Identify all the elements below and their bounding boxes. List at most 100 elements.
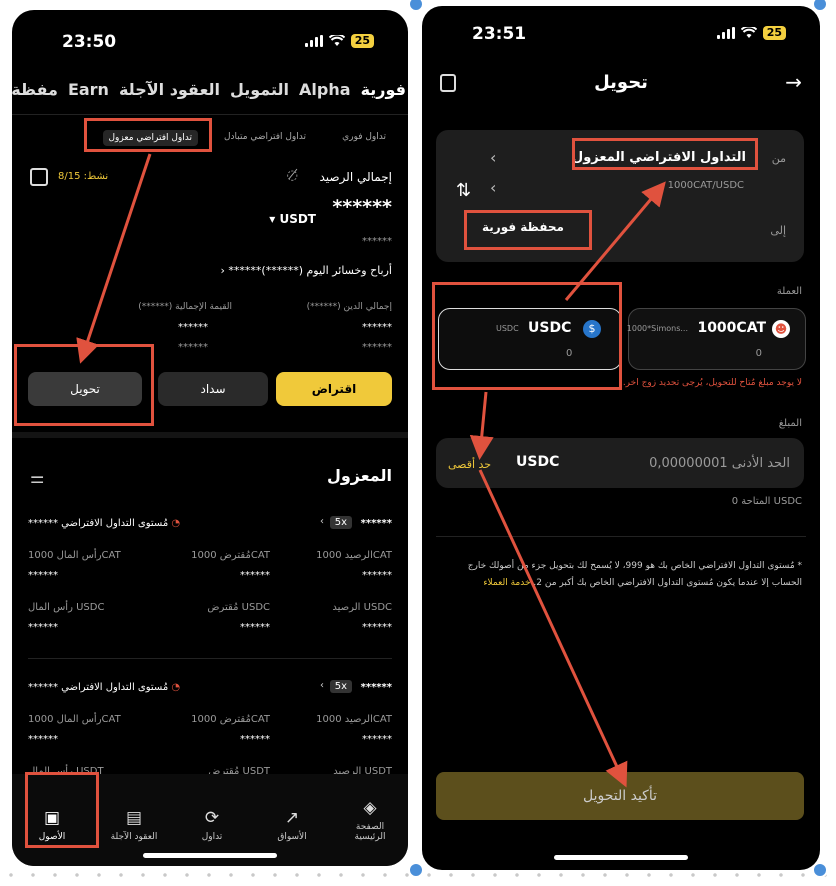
amount-section-label: المبلغ bbox=[778, 418, 802, 429]
gauge-icon: ◔ bbox=[171, 682, 181, 693]
status-time: 23:51 bbox=[472, 24, 527, 44]
chevron-left-icon[interactable]: ‹ bbox=[490, 148, 496, 167]
nav-home[interactable]: ◈ الصفحة الرئيسية bbox=[340, 798, 400, 842]
chevron-left-icon[interactable]: ‹ bbox=[320, 680, 324, 691]
balance-label: إجمالي الرصيد bbox=[319, 170, 392, 184]
coin-option-1000cat[interactable] bbox=[628, 308, 806, 370]
customer-service-link[interactable]: خدمة العملاء bbox=[483, 578, 530, 588]
position-name: ****** bbox=[360, 518, 392, 529]
cat-coin-icon: ☻ bbox=[772, 320, 790, 338]
total-value: ****** bbox=[178, 322, 208, 333]
eye-hidden-icon[interactable]: ◌̸ bbox=[287, 168, 298, 183]
subtab-cross-margin[interactable]: تداول افتراضي متبادل bbox=[224, 132, 306, 142]
capital-value: ****** bbox=[28, 570, 58, 581]
annotation-box-usdc-coin bbox=[432, 282, 622, 390]
pnl-row[interactable]: أرباح وخسائر اليوم (******)****** ‹ bbox=[221, 264, 393, 277]
borrowed-label: مُقترض 1000CAT bbox=[191, 550, 270, 561]
tab-finance[interactable]: التمويل bbox=[230, 80, 289, 99]
home-indicator bbox=[143, 853, 277, 858]
capital-value: ****** bbox=[28, 622, 58, 633]
borrowed-value: ****** bbox=[240, 622, 270, 633]
borrowed-value: ****** bbox=[240, 734, 270, 745]
max-button[interactable]: حد أقصى bbox=[448, 458, 491, 471]
status-icons: 25 bbox=[716, 26, 786, 40]
swap-icon[interactable]: ⇅ bbox=[456, 180, 471, 201]
annotation-box-transfer-button bbox=[14, 344, 154, 426]
amount-placeholder: الحد الأدنى 0,00000001 bbox=[649, 456, 790, 471]
nav-markets[interactable]: ↗ الأسواق bbox=[262, 808, 322, 842]
chevron-left-icon[interactable]: ‹ bbox=[490, 178, 496, 197]
futures-icon: ▤ bbox=[125, 808, 143, 828]
gauge-icon: ◔ bbox=[171, 518, 181, 529]
leverage-badge: 5x bbox=[329, 680, 352, 693]
right-phone-screen: 23:51 25 تحويل → من التداول الافتراضي ال… bbox=[422, 6, 820, 870]
tab-alpha[interactable]: Alpha bbox=[299, 80, 351, 99]
trade-icon: ⟳ bbox=[204, 808, 220, 828]
signal-icon bbox=[716, 27, 735, 39]
chevron-left-icon[interactable]: ‹ bbox=[320, 516, 324, 527]
capital-label: رأس المال 1000CAT bbox=[28, 550, 121, 561]
total-sub: ****** bbox=[178, 342, 208, 353]
status-icons: 25 bbox=[304, 34, 374, 48]
currency-label: USDT bbox=[279, 212, 316, 226]
pnl-label: أرباح وخسائر اليوم (******)****** bbox=[228, 264, 392, 277]
borrowed-value: ****** bbox=[240, 570, 270, 581]
debt-label: إجمالي الدين (******) bbox=[306, 302, 392, 312]
risk-level: ◔ مُستوى التداول الافتراضي ****** bbox=[28, 518, 180, 529]
position-name: ****** bbox=[360, 682, 392, 693]
available-balance: المتاحة 0 USDC bbox=[731, 496, 802, 507]
coin-sub: 1000*Simons... bbox=[626, 324, 688, 333]
active-count: نشط: 8/15 bbox=[58, 171, 109, 182]
balance-value: ****** bbox=[362, 622, 392, 633]
borrowed-label: مُقترض USDC bbox=[207, 602, 270, 613]
nav-markets-label: الأسواق bbox=[277, 832, 307, 842]
subtab-spot[interactable]: تداول فوري bbox=[342, 132, 386, 142]
warning-text: لا يوجد مبلغ مُتاح للتحويل، يُرجى تحديد … bbox=[622, 378, 802, 388]
annotation-box-to-account bbox=[464, 210, 592, 250]
page-title: تحويل bbox=[594, 72, 648, 93]
risk-level: ◔ مُستوى التداول الافتراضي ****** bbox=[28, 682, 180, 693]
home-icon: ◈ bbox=[363, 798, 377, 818]
selection-handle bbox=[812, 0, 828, 12]
capital-label: رأس المال USDC bbox=[28, 602, 105, 613]
annotation-box-isolated-tab bbox=[84, 118, 212, 152]
tab-spot[interactable]: فورية bbox=[361, 80, 406, 99]
capital-value: ****** bbox=[28, 734, 58, 745]
balance-label: الرصيد 1000CAT bbox=[316, 714, 392, 725]
selection-handle bbox=[408, 862, 424, 878]
borrowed-label: مُقترض 1000CAT bbox=[191, 714, 270, 725]
balance-label: الرصيد 1000CAT bbox=[316, 550, 392, 561]
coin-symbol: 1000CAT bbox=[697, 320, 766, 336]
coin-section-label: العملة bbox=[776, 286, 802, 297]
capital-label: رأس المال 1000CAT bbox=[28, 714, 121, 725]
leverage-badge: 5x bbox=[329, 516, 352, 529]
top-tabs: فورية Alpha التمويل العقود الآجلة Earn م… bbox=[12, 80, 406, 99]
borrow-button[interactable]: اقتراض bbox=[276, 372, 392, 406]
tab-wallet[interactable]: مفظة bbox=[12, 80, 58, 99]
note-text: * مُستوى التداول الافتراضي الخاص بك هو 9… bbox=[440, 558, 802, 592]
currency-select[interactable]: ▾ USDT bbox=[269, 212, 316, 226]
confirm-transfer-button[interactable]: تأكيد التحويل bbox=[436, 772, 804, 820]
back-arrow-icon[interactable]: → bbox=[785, 70, 802, 94]
selection-handle bbox=[408, 0, 424, 12]
balance-label: الرصيد USDC bbox=[332, 602, 392, 613]
balance-value: ****** bbox=[332, 196, 392, 218]
nav-trade[interactable]: ⟳ تداول bbox=[182, 808, 242, 842]
battery-icon: 25 bbox=[762, 26, 786, 40]
chevron-left-icon: ‹ bbox=[220, 264, 225, 277]
nav-futures[interactable]: ▤ العقود الآجلة bbox=[104, 808, 164, 842]
balance-converted: ****** bbox=[362, 236, 392, 247]
tab-futures[interactable]: العقود الآجلة bbox=[119, 80, 220, 99]
to-label: إلى bbox=[770, 224, 786, 237]
amount-currency: USDC bbox=[516, 454, 560, 470]
section-title: المعزول bbox=[326, 466, 392, 485]
history-icon[interactable] bbox=[30, 168, 48, 186]
annotation-box-from-account bbox=[572, 138, 758, 170]
risk-label: مُستوى التداول الافتراضي ****** bbox=[28, 518, 169, 529]
filter-icon[interactable]: ⚌ bbox=[30, 468, 44, 487]
repay-button[interactable]: سداد bbox=[158, 372, 268, 406]
tab-earn[interactable]: Earn bbox=[68, 80, 109, 99]
nav-trade-label: تداول bbox=[201, 832, 223, 842]
coin-amount: 0 bbox=[755, 348, 762, 359]
wifi-icon bbox=[740, 27, 757, 38]
